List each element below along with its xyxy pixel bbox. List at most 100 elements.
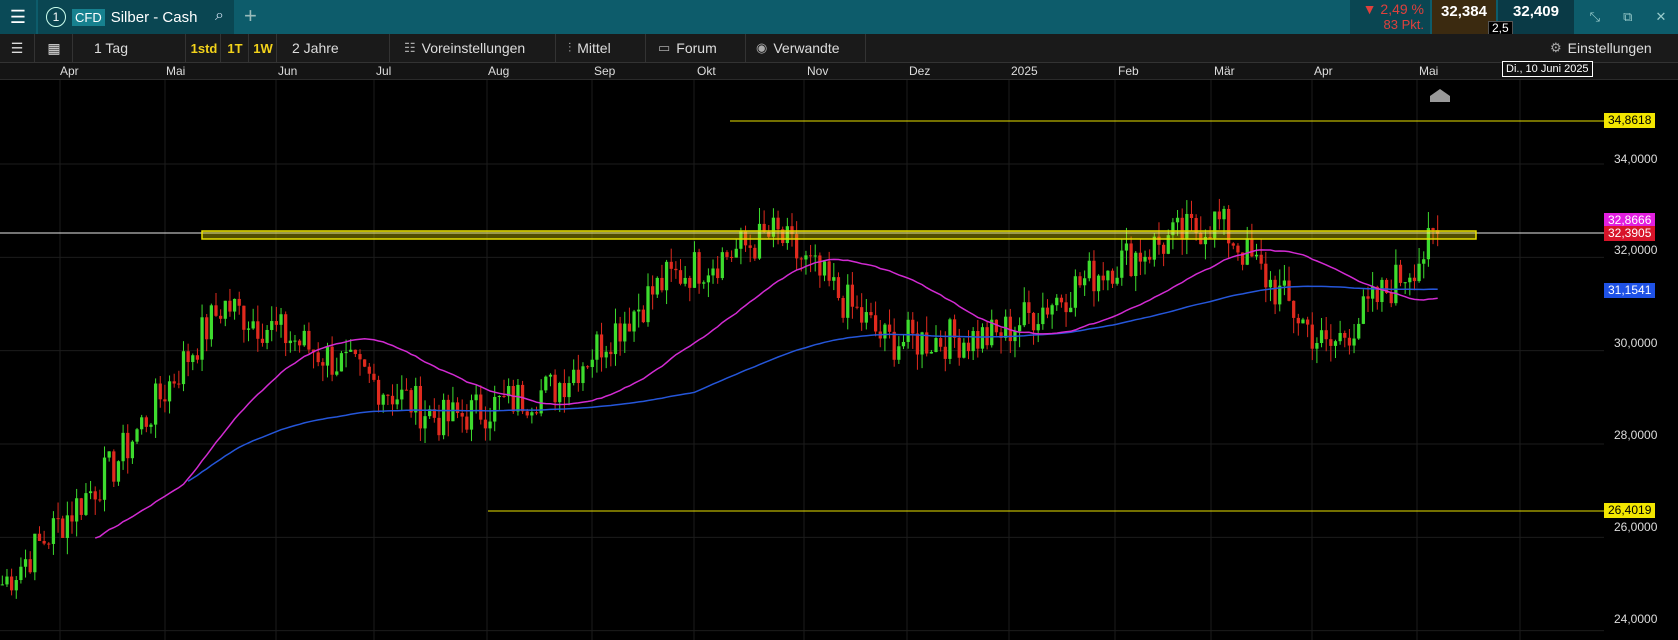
candle-body: [1394, 264, 1398, 304]
candle-body: [1236, 245, 1240, 253]
add-tab-icon[interactable]: +: [244, 3, 257, 29]
forum-button[interactable]: ▭ Forum: [648, 34, 746, 62]
candle-body: [558, 383, 562, 403]
candle-body: [1064, 302, 1068, 313]
y-tick: 24,0000: [1614, 612, 1658, 626]
candle-body: [562, 383, 567, 398]
candle-body: [135, 429, 139, 442]
candle-body: [567, 383, 571, 398]
candle-body: [637, 309, 641, 312]
interval-1w-button[interactable]: 1W: [250, 34, 277, 62]
candle-body: [1352, 338, 1356, 346]
candle-body: [716, 268, 720, 279]
candle-body: [832, 277, 836, 281]
candle-body: [1389, 292, 1393, 304]
forum-label: Forum: [676, 40, 717, 56]
interval-1std-button[interactable]: 1std: [188, 34, 221, 62]
presets-button[interactable]: ☷ Voreinstellungen: [392, 34, 556, 62]
candle-body: [65, 515, 69, 538]
candle-body: [1366, 296, 1370, 299]
bid-price[interactable]: 32,384: [1432, 0, 1496, 34]
candle-body: [1305, 319, 1310, 325]
candle-body: [929, 351, 933, 354]
candle-body: [23, 559, 28, 567]
candle-body: [1338, 332, 1342, 342]
candle-body: [725, 252, 729, 257]
candle-body: [1120, 250, 1124, 278]
indicators-button[interactable]: ⫶ Mittel: [558, 34, 646, 62]
candle-body: [664, 261, 669, 291]
date-flag: Di., 10 Juni 2025: [1502, 61, 1593, 77]
candle-body: [1287, 280, 1291, 301]
candle-body: [1273, 279, 1277, 305]
candle-body: [757, 223, 762, 259]
candle-body: [423, 416, 427, 429]
candle-body: [256, 321, 260, 339]
candle-body: [293, 340, 297, 342]
scroll-marker-icon: [1430, 89, 1450, 102]
candle-body: [330, 346, 334, 375]
candle-body: [158, 383, 162, 400]
candle-body: [98, 499, 102, 501]
range-select[interactable]: 2 Jahre: [278, 34, 390, 62]
menu-icon[interactable]: ☰: [0, 0, 36, 34]
candle-body: [1092, 260, 1096, 292]
list-icon[interactable]: ☰: [0, 34, 35, 62]
candle-body: [84, 493, 88, 515]
candle-body: [897, 346, 901, 360]
candle-body: [1050, 305, 1054, 315]
candle-body: [441, 399, 446, 436]
candle-body: [808, 255, 813, 257]
instrument-tab[interactable]: 1 CFD Silber - Cash ⌕: [38, 0, 234, 34]
candle-body: [1398, 264, 1403, 283]
candle-body: [1245, 238, 1249, 265]
candle-body: [214, 305, 218, 316]
month-label: Mai: [166, 64, 186, 78]
settings-button[interactable]: ⚙ Einstellungen: [1546, 34, 1678, 62]
period-select[interactable]: 1 Tag: [74, 34, 186, 62]
candle-body: [860, 307, 864, 323]
candle-body: [469, 400, 474, 430]
candle-body: [948, 319, 952, 359]
candle-body: [604, 351, 608, 358]
candle-body: [219, 315, 223, 319]
change-points: 83 Pkt.: [1383, 17, 1424, 32]
candle-body: [1357, 323, 1361, 339]
candle-body: [576, 369, 580, 384]
price-chart[interactable]: [0, 80, 1678, 640]
popout-icon[interactable]: ⧉: [1623, 9, 1632, 25]
candle-body: [627, 323, 632, 332]
candle-body: [163, 399, 167, 402]
related-button[interactable]: ◉ Verwandte: [748, 34, 866, 62]
tab-number: 1: [46, 7, 66, 27]
candle-body: [952, 319, 957, 338]
candle-body: [172, 381, 176, 384]
candle-body: [130, 441, 135, 459]
layout-icon[interactable]: ▦: [36, 34, 73, 62]
candle-body: [572, 369, 576, 384]
candle-body: [939, 338, 943, 347]
candle-body: [1408, 277, 1412, 283]
candle-body: [297, 340, 302, 346]
change-percent: ▼ 2,49 %: [1362, 1, 1424, 17]
candle-body: [892, 331, 896, 360]
candle-body: [126, 432, 130, 459]
candle-body: [511, 386, 515, 412]
candle-body: [0, 584, 4, 586]
candle-body: [1412, 277, 1417, 282]
candle-body: [1017, 325, 1022, 332]
candle-body: [553, 374, 557, 403]
candle-body: [14, 580, 18, 591]
candle-body: [1059, 297, 1064, 303]
collapse-icon[interactable]: ⤡: [1590, 9, 1600, 25]
close-icon[interactable]: ✕: [1656, 9, 1667, 25]
candle-body: [344, 351, 348, 354]
candle-body: [1222, 208, 1226, 220]
candle-body: [1329, 339, 1333, 346]
search-icon[interactable]: ⌕: [215, 7, 224, 25]
candle-body: [641, 309, 645, 323]
candle-body: [437, 417, 441, 436]
candle-body: [1361, 296, 1365, 324]
candle-body: [1259, 254, 1263, 264]
interval-1t-button[interactable]: 1T: [222, 34, 249, 62]
